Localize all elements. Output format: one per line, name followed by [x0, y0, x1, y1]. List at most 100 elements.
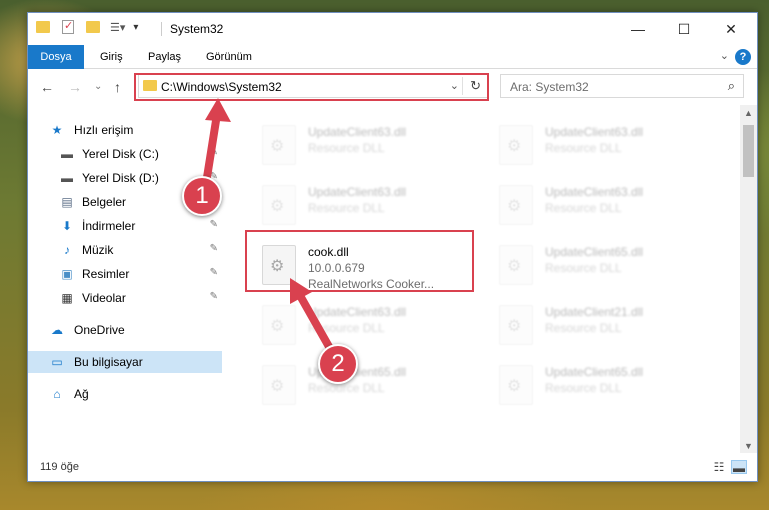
sidebar-item[interactable]: ▣ Resimler ✎ [28, 263, 222, 285]
file-description: Resource DLL [308, 201, 385, 215]
ribbon-expand-icon[interactable]: ⌄ [720, 49, 729, 62]
sidebar-item-label: OneDrive [74, 323, 125, 337]
item-count: 119 öğe [40, 461, 79, 473]
sidebar-item[interactable]: ★ Hızlı erişim [28, 119, 222, 141]
search-icon[interactable]: ⌕ [728, 78, 735, 94]
dropdown-icon[interactable]: ▾ [133, 22, 138, 33]
file-name: UpdateClient63.dll [308, 305, 407, 319]
videos-icon: ▦ [61, 291, 73, 305]
pin-icon[interactable]: ✎ [210, 267, 218, 278]
folder-icon[interactable] [36, 21, 50, 33]
file-description: Resource DLL [308, 141, 385, 155]
sidebar-item-label: Müzik [82, 243, 114, 257]
sidebar-item-label: Ağ [74, 387, 89, 401]
cloud-icon: ☁ [51, 323, 63, 337]
sidebar-item-label: Videolar [82, 291, 126, 305]
sidebar-item-label: Belgeler [82, 195, 127, 209]
sidebar-item-label: Bu bilgisayar [74, 355, 143, 369]
sidebar-item[interactable]: ☁ OneDrive [28, 319, 222, 341]
download-icon: ⬇ [61, 219, 73, 233]
file-description: Resource DLL [545, 321, 622, 335]
ribbon-tabs: Dosya Giriş Paylaş Görünüm ⌄ ? [28, 45, 757, 69]
sidebar-item[interactable]: ▦ Videolar ✎ [28, 287, 222, 309]
quick-access-toolbar: ✓ ☰▾ ▾ [36, 20, 138, 34]
window-title: System32 [170, 22, 224, 36]
scroll-up-icon[interactable]: ▲ [740, 105, 757, 122]
minimize-button[interactable]: — [615, 13, 661, 45]
maximize-button[interactable]: ☐ [661, 13, 707, 45]
file-highlight-box [245, 230, 474, 292]
sidebar-item-label: İndirmeler [82, 219, 136, 233]
file-item[interactable]: UpdateClient65.dll Resource DLL [489, 239, 719, 295]
file-item[interactable]: UpdateClient63.dll Resource DLL [489, 179, 719, 235]
pin-icon[interactable]: ✎ [210, 291, 218, 302]
title-bar: ✓ ☰▾ ▾ System32 — ☐ ✕ [28, 13, 757, 45]
step-marker-2: 2 [318, 344, 358, 384]
pictures-icon: ▣ [61, 267, 73, 281]
search-placeholder[interactable]: Ara: System32 [510, 80, 589, 94]
recent-locations-icon[interactable]: ⌄ [94, 81, 102, 92]
pin-icon[interactable]: ✎ [210, 147, 218, 158]
file-item[interactable]: UpdateClient63.dll Resource DLL [489, 119, 719, 175]
tab-paylas[interactable]: Paylaş [148, 45, 181, 69]
pin-icon[interactable]: ✎ [210, 219, 218, 230]
file-name: UpdateClient63.dll [308, 185, 407, 199]
help-icon[interactable]: ? [735, 49, 751, 65]
sidebar-item[interactable]: ▬ Yerel Disk (C:) ✎ [28, 143, 222, 165]
close-button[interactable]: ✕ [708, 13, 754, 45]
file-description: Resource DLL [545, 381, 622, 395]
tab-gorunum[interactable]: Görünüm [206, 45, 252, 69]
file-description: Resource DLL [545, 141, 622, 155]
tab-dosya[interactable]: Dosya [28, 45, 84, 69]
vertical-scrollbar[interactable]: ▲ ▼ [740, 105, 757, 455]
navigation-pane: ★ Hızlı erişim ▬ Yerel Disk (C:) ✎ ▬ Yerel Dis… [28, 105, 222, 455]
file-name: UpdateClient63.dll [308, 125, 407, 139]
title-separator [161, 22, 162, 36]
file-description: Resource DLL [308, 381, 385, 395]
drive-icon: ▬ [61, 147, 73, 161]
address-highlight-box [134, 73, 489, 101]
scroll-thumb[interactable] [743, 125, 754, 177]
dll-file-icon [499, 185, 533, 225]
forward-icon[interactable]: → [68, 79, 82, 95]
large-icons-view-icon[interactable]: ▬ [731, 460, 747, 475]
file-item[interactable]: UpdateClient65.dllResource DLL [489, 359, 719, 415]
file-name: UpdateClient63.dll [545, 185, 644, 199]
file-item[interactable]: UpdateClient21.dll Resource DLL [489, 299, 719, 355]
details-view-icon[interactable]: ☷ [711, 460, 727, 474]
sidebar-item-label: Yerel Disk (D:) [82, 171, 159, 185]
file-item[interactable]: UpdateClient63.dll Resource DLL [252, 119, 482, 175]
network-icon: ⌂ [53, 387, 61, 401]
new-folder-icon[interactable] [86, 21, 100, 33]
file-name: UpdateClient65.dll [545, 245, 644, 259]
properties-icon[interactable]: ✓ [62, 20, 74, 34]
sidebar-item[interactable]: ▭ Bu bilgisayar [28, 351, 222, 373]
documents-icon: ▤ [61, 195, 73, 209]
file-description: Resource DLL [545, 201, 622, 215]
up-icon[interactable]: ↑ [114, 79, 121, 95]
file-name: UpdateClient63.dll [545, 125, 644, 139]
back-icon[interactable]: ← [40, 79, 54, 95]
search-box[interactable]: Ara: System32 ⌕ [500, 74, 744, 98]
dll-file-icon [499, 125, 533, 165]
music-icon: ♪ [64, 243, 70, 257]
star-icon: ★ [51, 123, 63, 137]
status-bar: 119 öğe ☷ ▬ [28, 453, 757, 481]
sidebar-item[interactable]: ⬇ İndirmeler ✎ [28, 215, 222, 237]
file-item[interactable]: UpdateClient63.dll Resource DLL [252, 299, 482, 355]
sidebar-item[interactable]: ⌂ Ağ [28, 383, 222, 405]
file-description: Resource DLL [545, 261, 622, 275]
file-item[interactable]: UpdateClient65.dllResource DLL [252, 359, 482, 415]
computer-icon: ▭ [51, 355, 63, 369]
dll-file-icon [262, 185, 296, 225]
file-item[interactable]: UpdateClient63.dll Resource DLL [252, 179, 482, 235]
dll-file-icon [262, 125, 296, 165]
dll-file-icon [499, 305, 533, 345]
sidebar-item-label: Resimler [82, 267, 130, 281]
pin-icon[interactable]: ✎ [210, 243, 218, 254]
file-description: Resource DLL [308, 321, 385, 335]
sidebar-item[interactable]: ♪ Müzik ✎ [28, 239, 222, 261]
tab-giris[interactable]: Giriş [100, 45, 123, 69]
dll-file-icon [262, 365, 296, 405]
customize-icon[interactable]: ☰▾ [110, 21, 125, 34]
